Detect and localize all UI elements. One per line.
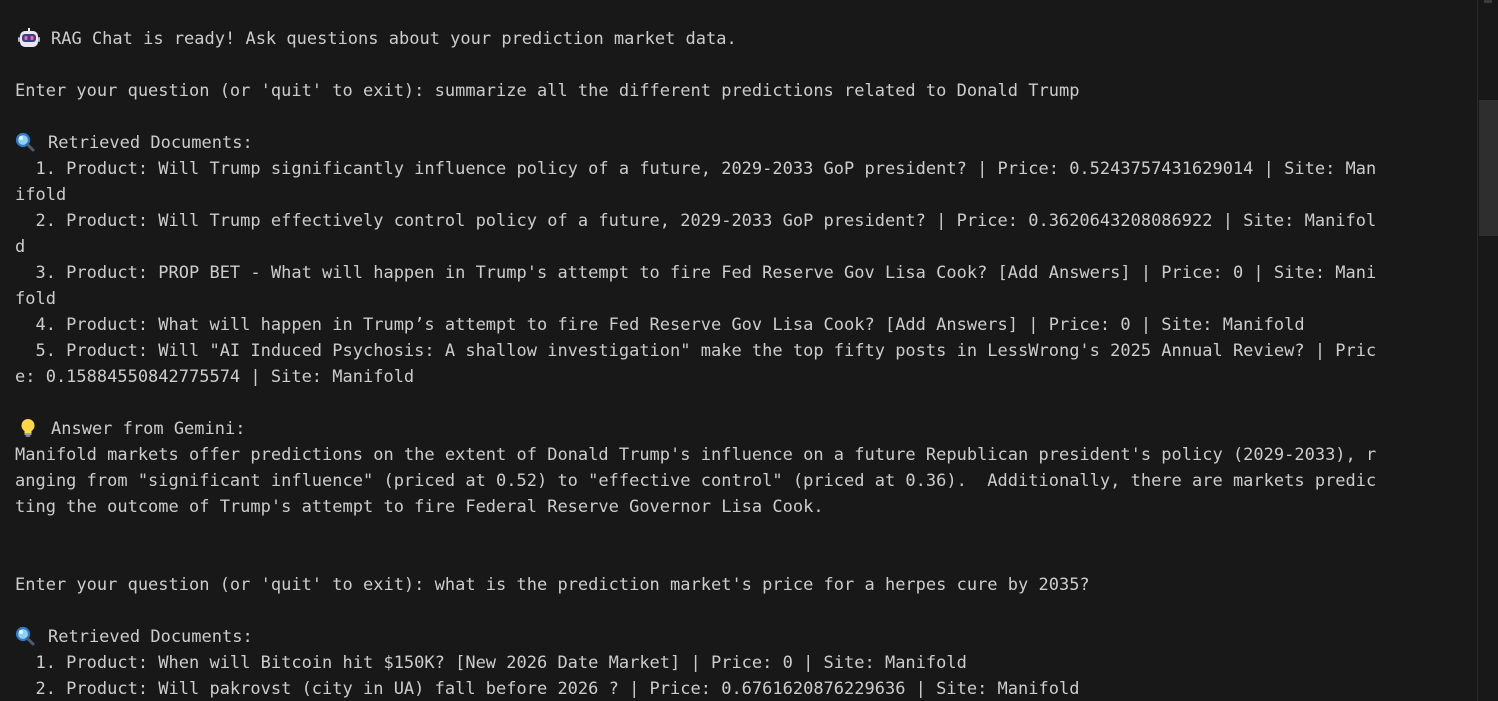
retrieved-doc-line: 2. Product: Will Trump effectively contr… — [15, 211, 1377, 231]
answer-header-text: Answer from Gemini: — [51, 419, 246, 439]
retrieved-doc-line: 2. Product: Will pakrovst (city in UA) f… — [15, 679, 1080, 699]
retrieved-doc-line: 1. Product: Will Trump significantly inf… — [15, 159, 1377, 179]
terminal[interactable]: RAG Chat is ready! Ask questions about y… — [0, 0, 1498, 701]
scrollbar-marker — [1484, 0, 1492, 3]
retrieved-doc-line: 4. Product: What will happen in Trump’s … — [15, 315, 1305, 335]
retrieved-header: Retrieved Documents: — [15, 624, 1477, 650]
retrieved-doc-line: ifold — [15, 185, 67, 205]
retrieved-doc-line: 1. Product: When will Bitcoin hit $150K?… — [15, 653, 967, 673]
retrieved-doc-line: 3. Product: PROP BET - What will happen … — [15, 263, 1377, 283]
answer-line: Manifold markets offer predictions on th… — [15, 445, 1377, 465]
ready-text: RAG Chat is ready! Ask questions about y… — [51, 29, 737, 49]
retrieved-doc-line: fold — [15, 289, 56, 309]
retrieved-header: Retrieved Documents: — [15, 130, 1477, 156]
vertical-scrollbar[interactable] — [1477, 0, 1498, 701]
magnifier-icon — [15, 132, 37, 152]
magnifier-icon — [15, 626, 37, 646]
answer-line: anging from "significant influence" (pri… — [15, 471, 1377, 491]
retrieved-doc-line: 5. Product: Will "AI Induced Psychosis: … — [15, 341, 1377, 361]
robot-icon — [18, 28, 40, 48]
ready-message: RAG Chat is ready! Ask questions about y… — [15, 26, 1477, 52]
retrieved-doc-line: e: 0.15884550842775574 | Site: Manifold — [15, 367, 415, 387]
question-prompt: Enter your question (or 'quit' to exit):… — [15, 81, 1080, 101]
retrieved-doc-line: d — [15, 237, 26, 257]
lightbulb-icon — [18, 418, 40, 438]
question-prompt: Enter your question (or 'quit' to exit):… — [15, 575, 1090, 595]
answer-line: ting the outcome of Trump's attempt to f… — [15, 497, 824, 517]
terminal-output: RAG Chat is ready! Ask questions about y… — [15, 26, 1477, 701]
scrollbar-thumb[interactable] — [1479, 100, 1498, 236]
retrieved-header-text: Retrieved Documents: — [48, 627, 253, 647]
answer-header: Answer from Gemini: — [15, 416, 1477, 442]
retrieved-header-text: Retrieved Documents: — [48, 133, 253, 153]
